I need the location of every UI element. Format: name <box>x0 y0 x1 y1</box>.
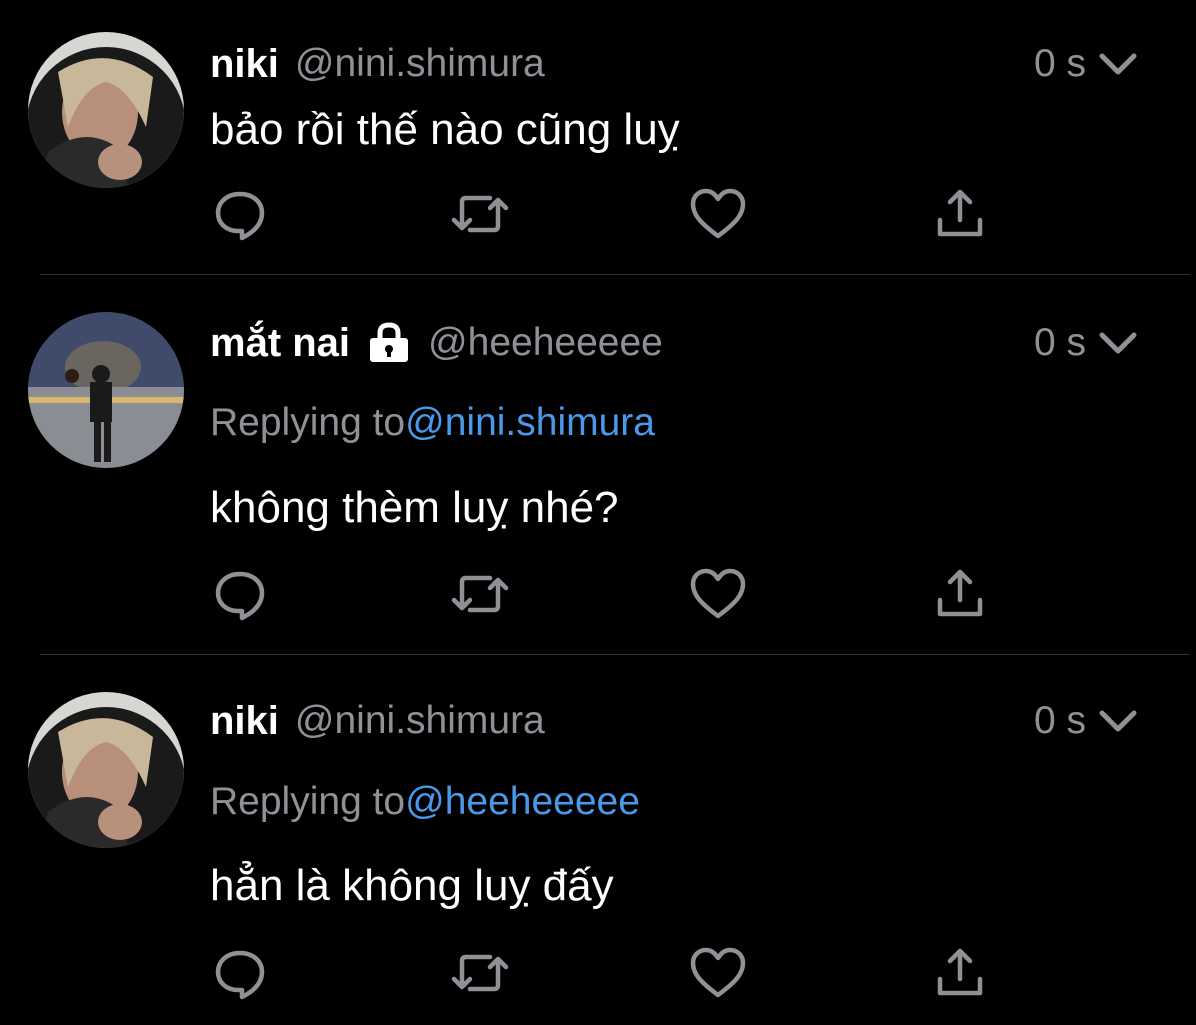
tweet-text: bảo rồi thế nào cũng luỵ <box>210 105 680 154</box>
avatar[interactable] <box>28 312 184 468</box>
display-name[interactable]: niki <box>210 42 279 87</box>
replying-to-link[interactable]: @heeheeeee <box>405 780 640 823</box>
heart-icon <box>690 568 746 619</box>
replying-to-label: Replying to <box>210 401 406 444</box>
heart-icon <box>690 188 746 239</box>
action-bar <box>210 186 1010 242</box>
replying-to-link[interactable]: @nini.shimura <box>405 401 655 444</box>
tweet-text: không thèm luỵ nhé? <box>210 483 619 532</box>
share-button[interactable] <box>930 566 990 622</box>
display-name[interactable]: mắt nai <box>210 321 350 366</box>
chevron-down-icon[interactable] <box>1098 317 1138 369</box>
replying-to: Replying to@heeheeeee <box>210 776 640 828</box>
action-bar <box>210 945 1010 1001</box>
retweet-button[interactable] <box>450 186 510 242</box>
reply-icon <box>215 191 265 241</box>
username-handle[interactable]: @nini.shimura <box>295 42 545 86</box>
retweet-icon <box>451 575 509 613</box>
username-handle[interactable]: @nini.shimura <box>295 699 545 743</box>
retweet-button[interactable] <box>450 945 510 1001</box>
chevron-down-icon[interactable] <box>1098 695 1138 747</box>
timestamp: 0 s <box>1033 321 1086 364</box>
like-button[interactable] <box>688 186 748 242</box>
heart-icon <box>690 947 746 998</box>
tweet-1[interactable]: niki @nini.shimura 0 s bảo rồi thế nào c… <box>0 0 1196 274</box>
share-icon <box>937 189 983 237</box>
timestamp: 0 s <box>1033 42 1086 85</box>
retweet-icon <box>451 195 509 233</box>
tweet-2[interactable]: mắt nai @heeheeeee 0 s Replying to@nini.… <box>0 275 1196 654</box>
replying-to: Replying to@nini.shimura <box>210 397 655 449</box>
replying-to-label: Replying to <box>210 780 406 823</box>
reply-button[interactable] <box>210 186 270 242</box>
avatar[interactable] <box>28 32 184 188</box>
reply-icon <box>215 571 265 621</box>
retweet-icon <box>451 954 509 992</box>
share-button[interactable] <box>930 186 990 242</box>
like-button[interactable] <box>688 945 748 1001</box>
lock-icon <box>366 322 412 364</box>
reply-button[interactable] <box>210 945 270 1001</box>
reply-icon <box>215 950 265 1000</box>
share-icon <box>937 948 983 996</box>
avatar[interactable] <box>28 692 184 848</box>
tweet-3[interactable]: niki @nini.shimura 0 s Replying to@heehe… <box>0 655 1196 1025</box>
timestamp: 0 s <box>1033 699 1086 742</box>
like-button[interactable] <box>688 566 748 622</box>
username-handle[interactable]: @heeheeeee <box>428 321 663 365</box>
share-icon <box>937 569 983 617</box>
retweet-button[interactable] <box>450 566 510 622</box>
display-name[interactable]: niki <box>210 699 279 744</box>
tweet-text: hẳn là không luỵ đấy <box>210 861 614 910</box>
action-bar <box>210 566 1010 622</box>
chevron-down-icon[interactable] <box>1098 38 1138 90</box>
share-button[interactable] <box>930 945 990 1001</box>
reply-button[interactable] <box>210 566 270 622</box>
